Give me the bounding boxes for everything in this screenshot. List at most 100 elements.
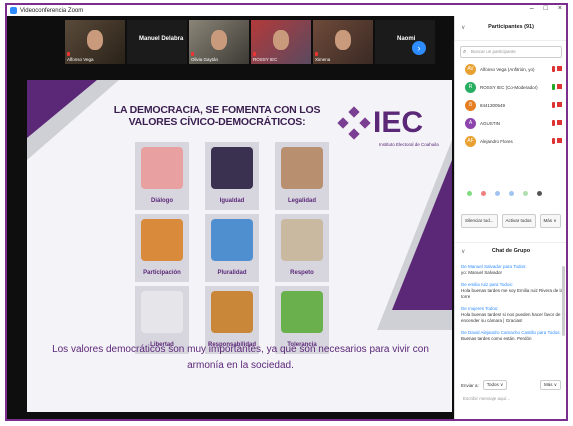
mic-icon[interactable] [552,138,555,144]
participant-face [211,30,227,50]
participants-list: AV Alfonso Vega (Anfitrión, yo) R ROSSY … [455,61,566,151]
thumbnail-display-name: Naomi [397,36,416,42]
send-to-label: Enviar a: [461,382,479,388]
video-thumbnail[interactable]: Manuel Delabra [127,20,187,64]
value-card-label: Participación [143,270,181,276]
value-card-respeto: Respeto [275,214,329,282]
maximize-button[interactable]: □ [544,5,548,12]
video-area: Alfonso Vega Manuel Delabra Olivia Gaytá… [7,16,454,419]
chat-text: Hola buenas tardes! si nos pueden hacer … [461,312,561,323]
chat-message: De Manuel Salvador para Todos: yo: Manue… [461,264,566,276]
close-button[interactable]: × [558,5,562,12]
value-card-legalidad: Legalidad [275,142,329,210]
value-card-dialogo: Diálogo [135,142,189,210]
raise-hand-icon[interactable] [537,191,542,196]
search-placeholder: Buscar un participante [471,49,516,54]
mute-all-button[interactable]: Silenciar tod... [461,214,498,228]
participant-row[interactable]: A AGUSTIN [455,115,566,133]
participants-header: ∨ Participantes (91) [455,16,566,41]
iec-logo: IEC [337,106,424,140]
send-to-select[interactable]: Todos ∨ [482,380,508,390]
participant-name: 8441300549 [480,103,506,108]
mic-muted-icon [253,52,256,56]
chat-text: yo: Manuel Salvador [461,270,503,275]
next-page-icon[interactable]: › [412,41,426,55]
participant-thumbnails: Alfonso Vega Manuel Delabra Olivia Gaytá… [65,20,435,64]
slide-decoration [27,80,97,138]
reaction-bar [467,191,566,196]
video-thumbnail[interactable]: Ximena [313,20,373,64]
slide-decoration [392,160,452,310]
chat-scrollbar[interactable] [562,266,565,336]
reaction-icon[interactable] [523,191,528,196]
participant-search-input[interactable]: ⌕ Buscar un participante [460,46,562,58]
chat-message: De emilia ruiz para Todos: Hola buenas t… [461,282,566,300]
minimize-button[interactable]: – [530,5,534,12]
window-title: Videoconferencia Zoom [20,7,84,14]
mic-icon[interactable] [552,120,555,126]
thumbnail-name: ROSSY IEC [253,57,278,62]
avatar: AF [465,136,476,147]
igualdad-illustration [211,147,253,189]
camera-off-icon [557,138,562,143]
thumbnail-display-name: Manuel Delabra [139,36,184,42]
collapse-chevron-icon[interactable]: ∨ [461,24,465,31]
chat-more-button[interactable]: Más ∨ [539,380,561,390]
avatar: R [465,82,476,93]
video-thumbnail[interactable]: Alfonso Vega [65,20,125,64]
video-thumbnail[interactable]: Naomi [375,20,435,64]
iec-logo-subtitle: Instituto Electoral de Coahuila [379,142,439,147]
search-icon: ⌕ [463,49,467,55]
thumbnail-name: Alfonso Vega [67,57,94,62]
participant-name: ROSSY IEC (Co-Moderador) [480,85,538,90]
chat-header: ∨ Chat de Grupo [455,242,566,260]
participant-face [335,30,351,50]
chat-title: Chat de Grupo [491,248,531,254]
shared-slide: LA DEMOCRACIA, SE FOMENTA CON LOS VALORE… [27,80,452,412]
participant-face [87,30,103,50]
reaction-icon[interactable] [495,191,500,196]
reaction-icon[interactable] [467,191,472,196]
zoom-window: Videoconferencia Zoom – □ × Alfonso Vega… [5,3,568,421]
mic-icon[interactable] [552,84,555,90]
video-thumbnail[interactable]: ROSSY IEC [251,20,311,64]
title-bar: Videoconferencia Zoom – □ × [7,5,566,16]
camera-off-icon [557,84,562,89]
respeto-illustration [281,219,323,261]
participant-name: Alejandro Flores [480,139,513,144]
participants-title: Participantes (91) [488,24,534,30]
chat-message: De David Alejandro Camacho Castillo para… [461,330,566,342]
side-panel: ∨ Participantes (91) ⌕ Buscar un partici… [454,16,566,419]
participant-row[interactable]: AV Alfonso Vega (Anfitrión, yo) [455,61,566,79]
participant-name: Alfonso Vega (Anfitrión, yo) [480,67,535,72]
slide-caption: Los valores democráticos son muy importa… [52,344,429,371]
value-card-participacion: Participación [135,214,189,282]
more-button[interactable]: Más ∨ [539,214,561,228]
value-card-label: Legalidad [287,198,316,204]
iec-logo-text: IEC [373,106,424,139]
legalidad-illustration [281,147,323,189]
participant-row[interactable]: R ROSSY IEC (Co-Moderador) [455,79,566,97]
unmute-all-button[interactable]: Activar todos [501,214,536,228]
participant-row[interactable]: 8 8441300549 [455,97,566,115]
reaction-icon[interactable] [481,191,486,196]
chat-text: Buenas tardes como están. Perdón [461,336,532,341]
participant-row[interactable]: AF Alejandro Flores [455,133,566,151]
thumbnail-name: Ximena [315,57,331,62]
mic-icon[interactable] [552,102,555,108]
iec-logo-mark [337,106,371,140]
avatar: A [465,118,476,129]
value-card-label: Igualdad [219,198,245,204]
collapse-chevron-icon[interactable]: ∨ [461,248,465,255]
video-thumbnail[interactable]: Olivia Gaytán [189,20,249,64]
mic-muted-icon [191,52,194,56]
tolerancia-illustration [281,291,323,333]
reaction-icon[interactable] [509,191,514,196]
slide-title-line: LA DEMOCRACIA, SE FOMENTA CON LOS [113,104,321,116]
send-to-row: Enviar a: Todos ∨ Más ∨ [461,380,561,390]
camera-off-icon [557,66,562,71]
value-card-label: Pluralidad [217,270,247,276]
mic-icon[interactable] [552,66,555,72]
value-card-pluralidad: Pluralidad [205,214,259,282]
chat-input[interactable]: Escribir mensaje aquí... [461,394,561,414]
